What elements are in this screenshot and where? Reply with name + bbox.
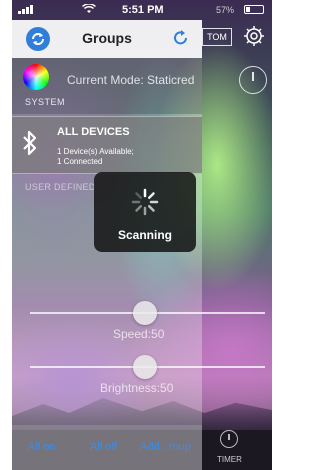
devices-connected-text: 1 Connected (57, 157, 103, 166)
brightness-label: Brightness:50 (100, 381, 174, 395)
system-section-label: SYSTEM (25, 97, 66, 107)
all-devices-status: 1 Device(s) Available; 1 Connected (57, 147, 134, 167)
scanning-hud: Scanning (94, 172, 196, 252)
user-defined-section-label: USER DEFINED (25, 182, 96, 192)
current-mode-text: Current Mode: Staticred (67, 73, 195, 87)
all-devices-row[interactable]: ALL DEVICES 1 Device(s) Available; 1 Con… (12, 116, 202, 174)
status-bar: 5:51 PM 57% (12, 0, 272, 20)
power-icon[interactable] (239, 66, 267, 94)
custom-mode-button[interactable]: TOM (202, 28, 232, 46)
color-wheel-icon (23, 64, 49, 90)
system-row[interactable]: Current Mode: Staticred SYSTEM (12, 58, 202, 114)
all-off-button[interactable]: All off (90, 441, 117, 453)
add-group-button[interactable]: Add...roup (140, 441, 191, 453)
drawer-action-bar: All on All off Add...roup (12, 425, 202, 470)
battery-percent: 57% (216, 5, 235, 15)
battery-icon (244, 5, 264, 14)
devices-available-text: 1 Device(s) Available; (57, 147, 134, 156)
scanning-label: Scanning (117, 228, 172, 242)
gear-icon[interactable] (243, 25, 265, 47)
timer-label: TIMER (217, 455, 242, 464)
status-time: 5:51 PM (122, 4, 164, 16)
spinner-icon (131, 188, 159, 216)
signal-icon (18, 5, 33, 14)
all-devices-name: ALL DEVICES (57, 126, 130, 138)
drawer-header: Groups (12, 20, 202, 58)
custom-mode-label: TOM (207, 32, 227, 42)
speed-slider-thumb[interactable] (133, 301, 157, 325)
refresh-icon[interactable] (172, 29, 190, 47)
wifi-icon (82, 4, 96, 13)
bluetooth-icon (23, 130, 37, 156)
brightness-slider-thumb[interactable] (133, 355, 157, 379)
timer-icon[interactable] (220, 430, 238, 448)
all-on-button[interactable]: All on (28, 441, 56, 453)
speed-label: Speed:50 (113, 327, 165, 341)
